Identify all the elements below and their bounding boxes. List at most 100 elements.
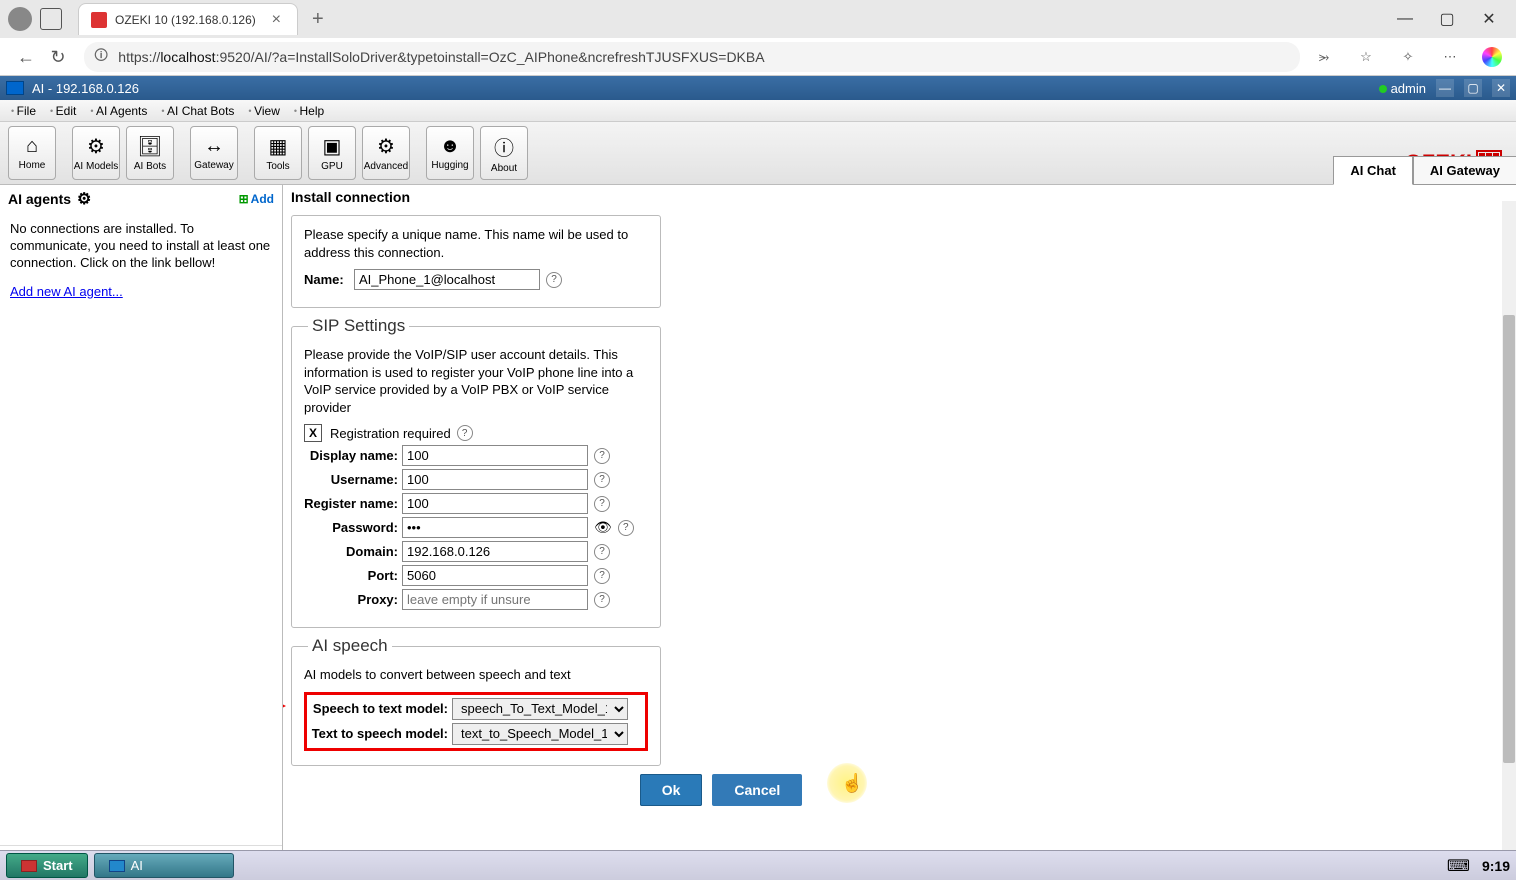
menu-edit[interactable]: Edit (43, 102, 83, 120)
port-label: Port: (304, 568, 402, 583)
url-host: localhost (160, 49, 215, 65)
content-heading: Install connection (283, 185, 1516, 209)
tools-icon: ▦ (269, 134, 288, 159)
ai-speech-legend: AI speech (308, 636, 392, 656)
sip-legend: SIP Settings (308, 316, 409, 336)
password-label: Password: (304, 520, 402, 535)
scroll-thumb[interactable] (1503, 315, 1515, 763)
username-label: Username: (304, 472, 402, 487)
help-icon[interactable]: ? (457, 425, 473, 441)
help-icon[interactable]: ? (594, 472, 610, 488)
tts-label: Text to speech model: (310, 726, 452, 741)
help-icon[interactable]: ? (618, 520, 634, 536)
tab-overview-icon[interactable] (40, 8, 62, 30)
gateway-icon: ↔ (204, 135, 224, 158)
register-name-label: Register name: (304, 496, 402, 511)
help-icon[interactable]: ? (594, 496, 610, 512)
name-input[interactable] (354, 269, 540, 290)
display-name-input[interactable] (402, 445, 588, 466)
name-section-desc: Please specify a unique name. This name … (304, 226, 648, 261)
window-close-button[interactable]: ✕ (1480, 10, 1498, 28)
hugging-icon: ☻ (439, 135, 460, 158)
registration-required-checkbox[interactable]: X (304, 424, 322, 442)
menu-help[interactable]: Help (287, 102, 331, 120)
cancel-button[interactable]: Cancel (712, 774, 802, 806)
bots-icon: 🗄 (137, 134, 162, 159)
extension-icon[interactable] (1478, 43, 1506, 71)
sidebar-add-link[interactable]: Add (239, 192, 274, 206)
display-name-label: Display name: (304, 448, 402, 463)
help-icon[interactable]: ? (594, 592, 610, 608)
window-minimize-button[interactable]: — (1396, 10, 1414, 28)
tab-close-icon[interactable]: × (268, 11, 285, 29)
help-icon[interactable]: ? (594, 544, 610, 560)
agents-icon: ⚙ (77, 189, 91, 209)
overflow-menu-icon[interactable]: ⋯ (1436, 43, 1464, 71)
help-icon[interactable]: ? (594, 448, 610, 464)
port-input[interactable] (402, 565, 588, 586)
help-icon[interactable]: ? (594, 568, 610, 584)
app-close-button[interactable]: ✕ (1492, 79, 1510, 97)
tab-ai-chat[interactable]: AI Chat (1333, 156, 1413, 185)
menu-file[interactable]: File (4, 102, 43, 120)
ribbon-about[interactable]: ⓘAbout (480, 126, 528, 180)
about-icon: ⓘ (494, 132, 514, 161)
translate-icon[interactable]: ⭃ (1310, 43, 1338, 71)
ribbon-hugging[interactable]: ☻Hugging (426, 126, 474, 180)
ribbon-ai-models[interactable]: ⚙AI Models (72, 126, 120, 180)
menu-bar: File Edit AI Agents AI Chat Bots View He… (0, 100, 1516, 122)
url-path: :9520/AI/?a=InstallSoloDriver&typetoinst… (216, 49, 765, 65)
stt-select[interactable]: speech_To_Text_Model_1 (452, 698, 628, 720)
app-maximize-button[interactable]: ▢ (1464, 79, 1482, 97)
menu-ai-chat-bots[interactable]: AI Chat Bots (154, 102, 241, 120)
tts-select[interactable]: text_to_Speech_Model_1 (452, 723, 628, 745)
show-password-icon[interactable]: 👁 (594, 519, 612, 536)
ribbon-home[interactable]: ⌂Home (8, 126, 56, 180)
app-title-bar: AI - 192.168.0.126 admin — ▢ ✕ (0, 76, 1516, 100)
gpu-icon: ▣ (323, 134, 342, 159)
home-icon: ⌂ (26, 135, 38, 158)
browser-refresh-button[interactable]: ↻ (42, 41, 74, 73)
name-label: Name: (304, 272, 354, 287)
user-status[interactable]: admin (1379, 81, 1426, 96)
password-input[interactable] (402, 517, 588, 538)
help-icon[interactable]: ? (546, 272, 562, 288)
new-tab-button[interactable]: + (298, 8, 338, 31)
ribbon-gpu[interactable]: ▣GPU (308, 126, 356, 180)
browser-back-button[interactable]: ← (10, 41, 42, 73)
menu-ai-agents[interactable]: AI Agents (83, 102, 154, 120)
browser-tab[interactable]: OZEKI 10 (192.168.0.126) × (78, 3, 298, 35)
app-title: AI - 192.168.0.126 (32, 81, 139, 96)
app-icon (6, 81, 24, 95)
annotation-arrow-icon (283, 677, 286, 735)
favorites-icon[interactable]: ✧ (1394, 43, 1422, 71)
sidebar-heading: AI agents (8, 191, 71, 207)
register-name-input[interactable] (402, 493, 588, 514)
ribbon-ai-bots[interactable]: 🗄AI Bots (126, 126, 174, 180)
app-minimize-button[interactable]: — (1436, 79, 1454, 97)
advanced-icon: ⚙ (377, 134, 395, 159)
browser-profile-icon[interactable] (8, 7, 32, 31)
ribbon-advanced[interactable]: ⚙Advanced (362, 126, 410, 180)
ok-button[interactable]: Ok (640, 774, 703, 806)
proxy-input[interactable] (402, 589, 588, 610)
site-info-icon[interactable]: 🛈 (94, 45, 108, 69)
sip-desc: Please provide the VoIP/SIP user account… (304, 346, 648, 416)
username-input[interactable] (402, 469, 588, 490)
menu-view[interactable]: View (241, 102, 286, 120)
ribbon-gateway[interactable]: ↔Gateway (190, 126, 238, 180)
start-button[interactable]: Start (6, 853, 88, 878)
keyboard-icon[interactable]: ⌨ (1447, 856, 1470, 876)
url-scheme: https:// (118, 49, 160, 65)
domain-input[interactable] (402, 541, 588, 562)
add-new-agent-link[interactable]: Add new AI agent... (0, 276, 282, 307)
tab-favicon-icon (91, 12, 107, 28)
ai-speech-desc: AI models to convert between speech and … (304, 666, 648, 684)
ribbon-tools[interactable]: ▦Tools (254, 126, 302, 180)
bookmark-icon[interactable]: ☆ (1352, 43, 1380, 71)
taskbar-item-ai[interactable]: AI (94, 853, 234, 878)
window-maximize-button[interactable]: ▢ (1438, 10, 1456, 28)
tab-ai-gateway[interactable]: AI Gateway (1413, 156, 1516, 185)
registration-required-label: Registration required (330, 426, 451, 441)
address-bar[interactable]: 🛈 https:// localhost :9520/AI/?a=Install… (84, 42, 1300, 72)
